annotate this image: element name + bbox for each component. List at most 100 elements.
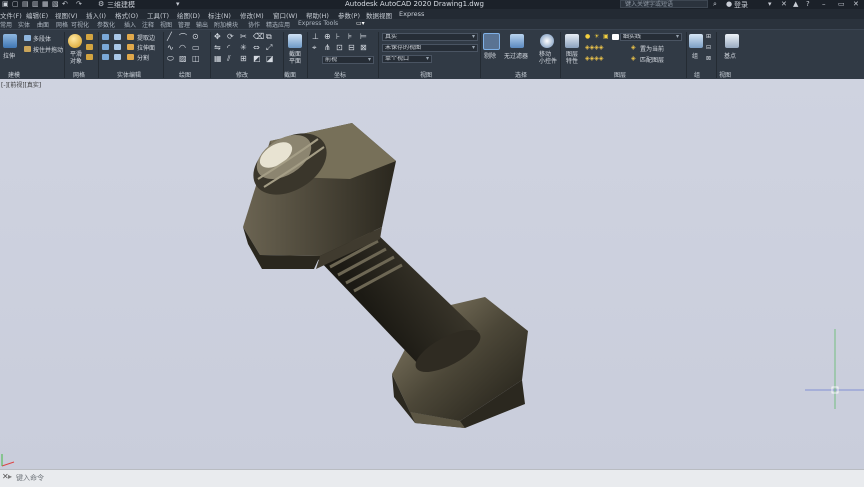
menu-express[interactable]: Express xyxy=(399,10,424,18)
smooth-object-button[interactable]: 平滑 对象 xyxy=(70,51,82,65)
stretch-icon[interactable]: ⇔ xyxy=(253,43,260,52)
polysolid-button[interactable]: 多段体 xyxy=(33,34,51,43)
save-icon[interactable]: ▥ xyxy=(32,0,39,8)
ucs-view-icon[interactable]: ⊡ xyxy=(336,43,343,52)
redo-icon[interactable]: ↷ xyxy=(76,0,82,8)
layer-on-icon[interactable]: ● xyxy=(585,33,590,40)
polyline-icon[interactable]: ⌒ xyxy=(179,32,187,43)
base-point-button[interactable]: 基点 xyxy=(724,51,736,60)
move-gizmo-icon[interactable] xyxy=(540,34,554,48)
maximize-icon[interactable]: ▭ xyxy=(838,0,845,8)
undo-icon[interactable]: ↶ xyxy=(62,0,68,8)
open-file-icon[interactable]: ▤ xyxy=(22,0,29,8)
offset-icon[interactable]: ⫽ xyxy=(227,54,231,64)
tab-featured-apps[interactable]: 精选应用 xyxy=(266,20,290,29)
mirror-icon[interactable]: ⇋ xyxy=(214,43,221,52)
chamfer-edge-icon[interactable] xyxy=(114,44,121,50)
ribbon-toggle-icon[interactable]: ▭▾ xyxy=(356,20,365,27)
fillet-icon[interactable]: ◜ xyxy=(227,43,230,52)
explode-icon[interactable]: ✳ xyxy=(240,43,247,52)
union-icon[interactable] xyxy=(102,34,109,40)
tab-mesh[interactable]: 网格 xyxy=(56,20,68,29)
user-icon[interactable]: ● xyxy=(726,0,732,8)
extrude-face-icon[interactable] xyxy=(127,44,134,50)
exchange-icon[interactable]: ✕ xyxy=(781,0,787,8)
layer-lock-icon[interactable]: ▣ xyxy=(603,33,609,40)
line-icon[interactable]: ╱ xyxy=(167,32,172,41)
align-icon[interactable]: ⊞ xyxy=(240,54,247,63)
spline-icon[interactable]: ∿ xyxy=(167,43,174,52)
help-icon[interactable]: ? xyxy=(806,0,810,8)
culling-button[interactable]: 剔除 xyxy=(484,51,496,60)
extract-edges-icon[interactable] xyxy=(127,34,134,40)
tab-express-tools[interactable]: Express Tools xyxy=(298,20,338,27)
group-tool-icon[interactable]: ⊠ xyxy=(706,55,711,62)
culling-icon[interactable] xyxy=(483,33,500,50)
tab-insert[interactable]: 插入 xyxy=(124,20,136,29)
mesh-tool-icon[interactable] xyxy=(86,54,93,60)
polysolid-icon[interactable] xyxy=(24,35,31,41)
app-menu-icon[interactable]: ▣ xyxy=(2,0,9,8)
match-layer-button[interactable]: 匹配图层 xyxy=(640,55,664,64)
tab-output[interactable]: 输出 xyxy=(196,20,208,29)
drawing-viewport[interactable]: [-][前视][真实] xyxy=(0,79,864,469)
layer-combo[interactable]: 细实线 xyxy=(620,33,682,41)
tab-collaborate[interactable]: 协作 xyxy=(248,20,260,29)
tab-surface[interactable]: 曲面 xyxy=(37,20,49,29)
ucs-z-icon[interactable]: ⊨ xyxy=(360,32,367,41)
tab-annotate[interactable]: 注释 xyxy=(142,20,154,29)
tab-parametric[interactable]: 参数化 xyxy=(97,20,115,29)
search-input[interactable]: 键入关键字或短语 xyxy=(620,0,708,8)
extrude-button[interactable]: 拉伸 xyxy=(3,51,15,60)
section-plane-button[interactable]: 截面 平面 xyxy=(289,51,301,65)
array-icon[interactable]: ▦ xyxy=(214,54,222,63)
ucs-world-icon[interactable]: ⊕ xyxy=(324,32,331,41)
group-tool-icon[interactable]: ⊞ xyxy=(706,33,711,40)
layer-properties-button[interactable]: 图层 特性 xyxy=(566,51,578,65)
presspull-button[interactable]: 按住并拖动 xyxy=(33,45,63,54)
dropdown-icon[interactable]: ▾ xyxy=(768,0,772,8)
coordinates-view-combo[interactable]: 前视 xyxy=(322,56,374,64)
save-as-icon[interactable]: ▦ xyxy=(42,0,49,8)
tab-visualize[interactable]: 可视化 xyxy=(71,20,89,29)
hatch-icon[interactable]: ▨ xyxy=(179,54,187,63)
layer-color-swatch[interactable] xyxy=(612,34,619,40)
mesh-tool-icon[interactable] xyxy=(86,44,93,50)
rectangle-icon[interactable]: ▭ xyxy=(192,43,200,52)
copy-icon[interactable]: ⧉ xyxy=(266,32,272,42)
extrude-faces-button[interactable]: 拉伸面 xyxy=(137,43,155,52)
close-icon[interactable]: ✕ xyxy=(853,0,859,8)
extrude-icon[interactable] xyxy=(3,34,17,48)
presspull-icon[interactable] xyxy=(24,46,31,52)
layer-freeze-icon[interactable]: ☀ xyxy=(594,33,599,40)
ucs-y-icon[interactable]: ⊧ xyxy=(348,32,352,41)
3d-mirror-icon[interactable]: ◩ xyxy=(253,54,261,63)
trim-icon[interactable]: ✂ xyxy=(240,32,247,41)
command-input[interactable]: 键入命令 xyxy=(16,473,44,483)
new-file-icon[interactable]: ▢ xyxy=(12,0,19,8)
command-search-icon[interactable]: ▸ xyxy=(8,472,12,481)
ucs-x-icon[interactable]: ⊦ xyxy=(336,32,340,41)
arc-icon[interactable]: ◠ xyxy=(179,43,186,52)
section-plane-icon[interactable] xyxy=(288,34,302,48)
smooth-object-icon[interactable] xyxy=(68,34,82,48)
3d-move-icon[interactable]: ◪ xyxy=(266,54,274,63)
move-icon[interactable]: ✥ xyxy=(214,32,221,41)
erase-icon[interactable]: ⌫ xyxy=(253,32,264,41)
workspace-dropdown-icon[interactable]: ▾ xyxy=(176,0,180,8)
circle-icon[interactable]: ⊙ xyxy=(192,32,199,41)
layer-properties-icon[interactable] xyxy=(565,34,579,48)
move-gizmo-button[interactable]: 移动 小控件 xyxy=(539,51,557,65)
viewport-config-combo[interactable]: 单个视口 xyxy=(382,55,432,63)
mesh-tool-icon[interactable] xyxy=(86,34,93,40)
group-icon[interactable] xyxy=(689,34,703,48)
slice-icon[interactable] xyxy=(114,54,121,60)
tab-home[interactable]: 常用 xyxy=(0,20,12,29)
saved-view-combo[interactable]: 未保存的视图 xyxy=(382,44,478,52)
separate-icon[interactable] xyxy=(127,54,134,60)
match-layer-icon[interactable]: ◈ xyxy=(631,55,636,62)
intersect-icon[interactable] xyxy=(102,54,109,60)
extract-edges-button[interactable]: 提取边 xyxy=(137,33,155,42)
visual-style-combo[interactable]: 真实 xyxy=(382,33,478,41)
print-icon[interactable]: ▧ xyxy=(52,0,59,8)
